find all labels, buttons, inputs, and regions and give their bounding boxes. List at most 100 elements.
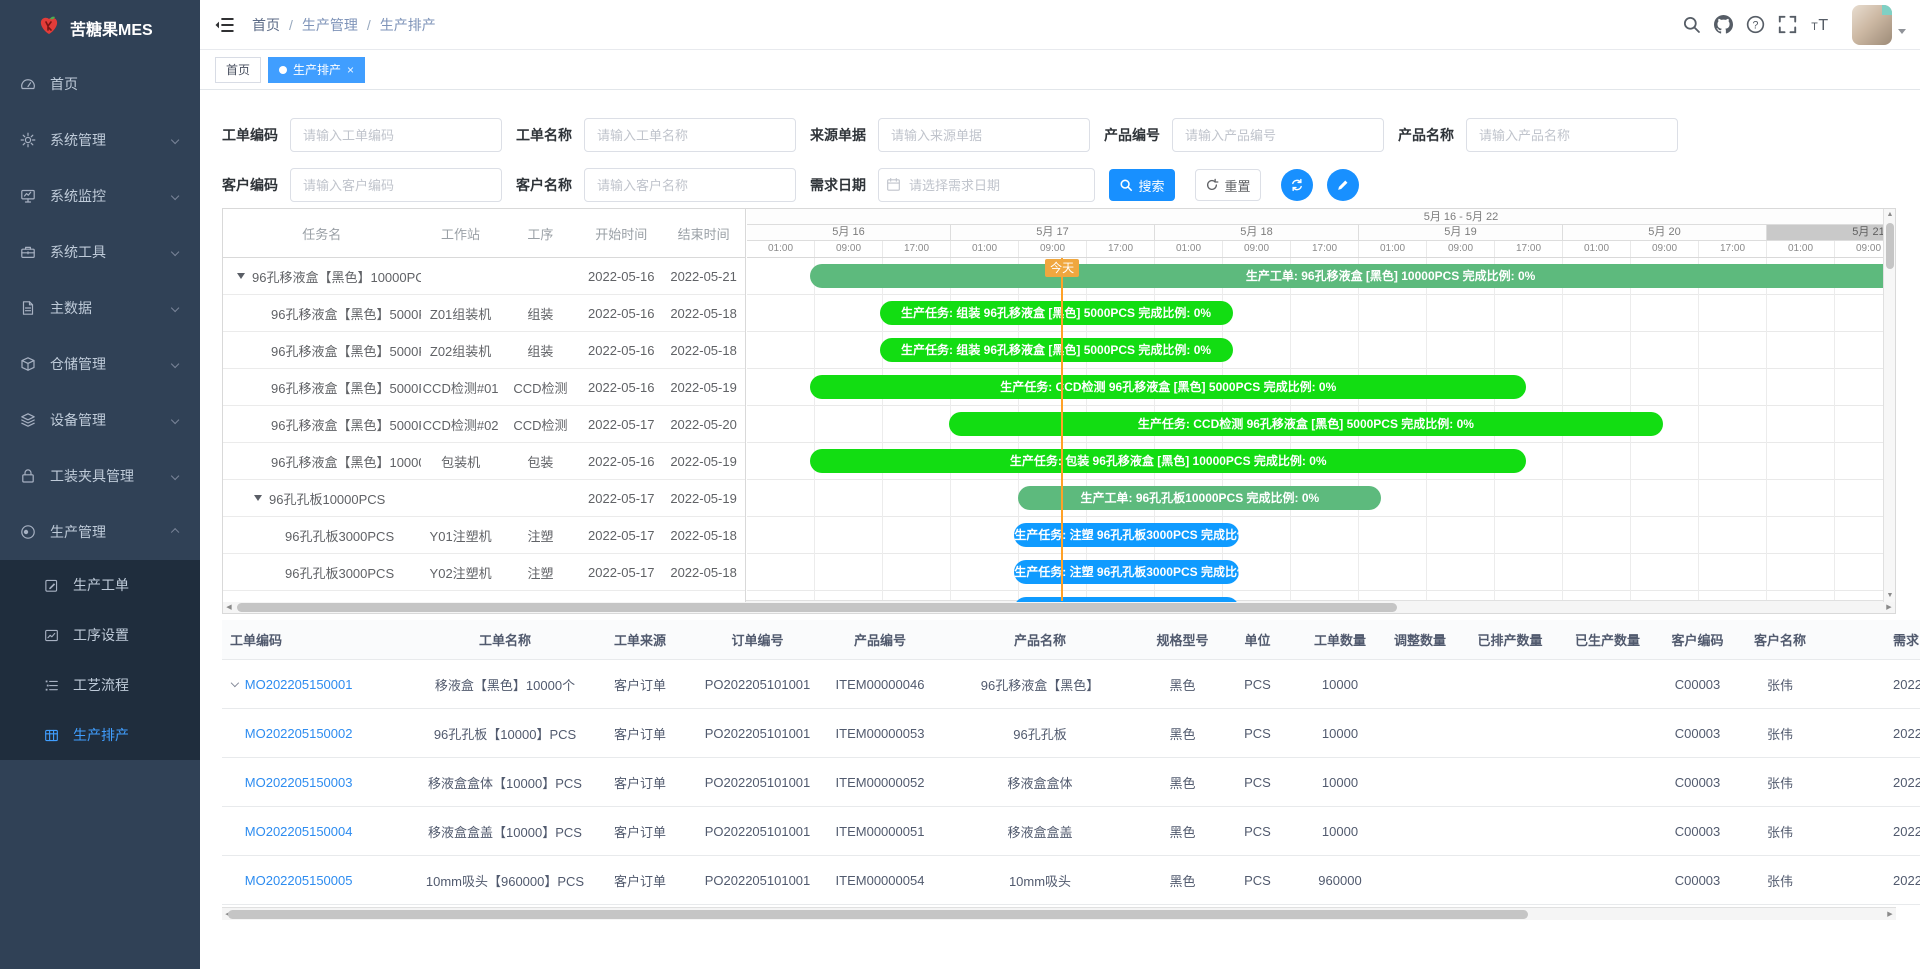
gantt-task-name: 96孔孔板3000PCS xyxy=(223,563,421,582)
work-order-code-input[interactable] xyxy=(290,118,502,152)
sidebar-subitem-process-flow[interactable]: 工艺流程 xyxy=(0,660,200,710)
product-code-input[interactable] xyxy=(1172,118,1384,152)
work-order-link[interactable]: MO202205150003 xyxy=(245,775,353,790)
customer-name-input[interactable] xyxy=(584,168,796,202)
table-cell-13: 张伟 xyxy=(1745,871,1815,890)
reset-button[interactable]: 重置 xyxy=(1195,169,1261,201)
gantt-task-row[interactable]: 96孔移液盒【黑色】5000PCSCCD检测#02CCD检测2022-05-17… xyxy=(223,406,745,443)
breadcrumb-item[interactable]: 生产管理 xyxy=(302,15,358,35)
tab-home[interactable]: 首页 xyxy=(215,57,261,83)
work-order-name-input[interactable] xyxy=(584,118,796,152)
gantt-task-name: 96孔移液盒【黑色】10000PCS xyxy=(223,267,421,286)
gantt-hour-cell: 09:00 xyxy=(1835,241,1885,257)
sidebar-subitem-process-setup[interactable]: 工序设置 xyxy=(0,610,200,660)
table-row[interactable]: MO202205150003移液盒盒体【10000】PCS客户订单PO20220… xyxy=(222,758,1920,807)
gantt-task-bar[interactable]: 生产任务: 组装 96孔移液盒 [黑色] 5000PCS 完成比例: 0% xyxy=(880,301,1233,325)
sidebar-item-system-monitor[interactable]: 系统监控 xyxy=(0,168,200,224)
scroll-left-icon[interactable]: ◀ xyxy=(223,601,235,614)
gantt-task-row[interactable]: 96孔移液盒【黑色】10000PCS包装机包装2022-05-162022-05… xyxy=(223,443,745,480)
gantt-end-date: 2022-05-19 xyxy=(662,380,745,395)
scrollbar-thumb[interactable] xyxy=(1886,223,1894,269)
table-header-12: 客户编码 xyxy=(1650,630,1745,649)
sidebar-subitem-scheduling[interactable]: 生产排产 xyxy=(0,710,200,760)
gantt-task-row[interactable]: 96孔移液盒【黑色】5000PCSZ01组装机组装2022-05-162022-… xyxy=(223,295,745,332)
gantt-task-bar[interactable]: 生产任务: CCD检测 96孔移液盒 [黑色] 5000PCS 完成比例: 0% xyxy=(949,412,1663,436)
breadcrumb-item[interactable]: 生产排产 xyxy=(380,15,436,35)
gantt-workorder-bar[interactable]: 生产工单: 96孔孔板10000PCS 完成比例: 0% xyxy=(1018,486,1381,510)
edit-schedule-button[interactable] xyxy=(1327,169,1359,201)
sidebar-item-warehouse[interactable]: 仓储管理 xyxy=(0,336,200,392)
scroll-down-icon[interactable]: ▼ xyxy=(1884,590,1896,602)
gantt-task-row[interactable]: 96孔移液盒【黑色】10000PCS2022-05-162022-05-21 xyxy=(223,258,745,295)
gantt-vertical-scrollbar[interactable]: ▲ ▼ xyxy=(1883,209,1895,602)
task-label: 96孔移液盒【黑色】5000PCS xyxy=(271,304,421,323)
table-cell-2: 客户订单 xyxy=(590,822,690,841)
customer-code-input[interactable] xyxy=(290,168,502,202)
refresh-schedule-button[interactable] xyxy=(1281,169,1313,201)
search-icon[interactable] xyxy=(1682,15,1701,34)
user-menu[interactable] xyxy=(1852,5,1906,45)
work-order-link[interactable]: MO202205150001 xyxy=(245,677,353,692)
table-row[interactable]: MO202205150001移液盒【黑色】10000个客户订单PO2022051… xyxy=(222,660,1920,709)
sidebar-subitem-work-order[interactable]: 生产工单 xyxy=(0,560,200,610)
app-root: 苦糖果MES 首页系统管理系统监控系统工具主数据仓储管理设备管理工装夹具管理生产… xyxy=(0,0,1920,969)
scroll-up-icon[interactable]: ▲ xyxy=(1884,209,1896,221)
table-cell-5: 96孔移液盒【黑色】 xyxy=(935,675,1145,694)
scrollbar-thumb[interactable] xyxy=(228,910,1528,919)
github-icon[interactable] xyxy=(1714,15,1733,34)
scroll-right-icon[interactable]: ▶ xyxy=(1883,601,1895,614)
gantt-task-row[interactable]: 96孔孔板10000PCS2022-05-172022-05-19 xyxy=(223,480,745,517)
table-horizontal-scrollbar[interactable]: ◀ ▶ xyxy=(222,907,1896,920)
sidebar-item-system-tools[interactable]: 系统工具 xyxy=(0,224,200,280)
font-size-icon[interactable]: TT xyxy=(1810,15,1829,34)
gantt-task-row[interactable]: 96孔移液盒【黑色】5000PCSCCD检测#01CCD检测2022-05-16… xyxy=(223,369,745,406)
caret-down-icon[interactable] xyxy=(254,495,262,501)
work-order-link[interactable]: MO202205150002 xyxy=(245,726,353,741)
sidebar-item-home[interactable]: 首页 xyxy=(0,56,200,112)
calendar-icon xyxy=(886,177,901,192)
scrollbar-thumb[interactable] xyxy=(237,603,1397,612)
caret-down-icon[interactable] xyxy=(237,273,245,279)
sidebar-item-production[interactable]: 生产管理 xyxy=(0,504,200,560)
table-cell-12: C00003 xyxy=(1650,726,1745,741)
table-row[interactable]: MO20220515000510mm吸头【960000】PCS客户订单PO202… xyxy=(222,856,1920,905)
product-name-input[interactable] xyxy=(1466,118,1678,152)
sidebar-item-system-admin[interactable]: 系统管理 xyxy=(0,112,200,168)
gantt-timeline: 5月 16 - 5月 22 5月 165月 175月 185月 195月 205… xyxy=(747,209,1885,602)
help-icon[interactable]: ? xyxy=(1746,15,1765,34)
search-button[interactable]: 搜索 xyxy=(1109,169,1175,201)
sidebar-item-fixture[interactable]: 工装夹具管理 xyxy=(0,448,200,504)
gantt-station: CCD检测#01 xyxy=(421,378,501,397)
gantt-task-bar[interactable]: 生产任务: 注塑 96孔孔板3000PCS 完成比例: 0% xyxy=(1014,597,1238,602)
expand-caret-icon[interactable] xyxy=(231,679,239,687)
sidebar-item-equipment[interactable]: 设备管理 xyxy=(0,392,200,448)
gantt-task-bar[interactable]: 生产任务: 组装 96孔移液盒 [黑色] 5000PCS 完成比例: 0% xyxy=(880,338,1233,362)
avatar[interactable] xyxy=(1852,5,1892,45)
demand-date-input[interactable] xyxy=(878,168,1095,202)
gantt-task-bar[interactable]: 生产任务: 包装 96孔移液盒 [黑色] 10000PCS 完成比例: 0% xyxy=(810,449,1526,473)
table-row[interactable]: MO202205150004移液盒盒盖【10000】PCS客户订单PO20220… xyxy=(222,807,1920,856)
sidebar-item-master-data[interactable]: 主数据 xyxy=(0,280,200,336)
work-order-link[interactable]: MO202205150004 xyxy=(245,824,353,839)
tab-scheduling[interactable]: 生产排产× xyxy=(268,57,365,83)
source-doc-input[interactable] xyxy=(878,118,1090,152)
filter-field-demand-date: 需求日期 xyxy=(810,168,1095,202)
gantt-task-bar[interactable]: 生产任务: CCD检测 96孔移液盒 [黑色] 5000PCS 完成比例: 0% xyxy=(810,375,1526,399)
gantt-hour-cell: 01:00 xyxy=(747,241,815,257)
close-icon[interactable]: × xyxy=(347,63,354,77)
gantt-task-row[interactable]: 96孔孔板3000PCSY03注塑机注塑2022-05-172022-05-18 xyxy=(223,591,745,601)
gantt-chart-body: 生产工单: 96孔移液盒 [黑色] 10000PCS 完成比例: 0% 生产任务:… xyxy=(747,258,1885,601)
work-order-link[interactable]: MO202205150005 xyxy=(245,873,353,888)
gantt-task-bar[interactable]: 生产任务: 注塑 96孔孔板3000PCS 完成比例: 0% xyxy=(1014,523,1238,547)
fullscreen-icon[interactable] xyxy=(1778,15,1797,34)
gantt-workorder-bar[interactable]: 生产工单: 96孔移液盒 [黑色] 10000PCS 完成比例: 0% xyxy=(810,264,1885,288)
gantt-task-row[interactable]: 96孔孔板3000PCSY02注塑机注塑2022-05-172022-05-18 xyxy=(223,554,745,591)
table-row[interactable]: MO20220515000296孔孔板【10000】PCS客户订单PO20220… xyxy=(222,709,1920,758)
gantt-task-row[interactable]: 96孔移液盒【黑色】5000PCSZ02组装机组装2022-05-162022-… xyxy=(223,332,745,369)
gantt-task-bar[interactable]: 生产任务: 注塑 96孔孔板3000PCS 完成比例: 0% xyxy=(1014,560,1238,584)
lock-icon xyxy=(20,468,36,484)
scroll-right-icon[interactable]: ▶ xyxy=(1884,908,1896,921)
gantt-task-row[interactable]: 96孔孔板3000PCSY01注塑机注塑2022-05-172022-05-18 xyxy=(223,517,745,554)
menu-fold-icon[interactable] xyxy=(214,15,234,35)
customer-name-label: 客户名称 xyxy=(516,175,574,195)
